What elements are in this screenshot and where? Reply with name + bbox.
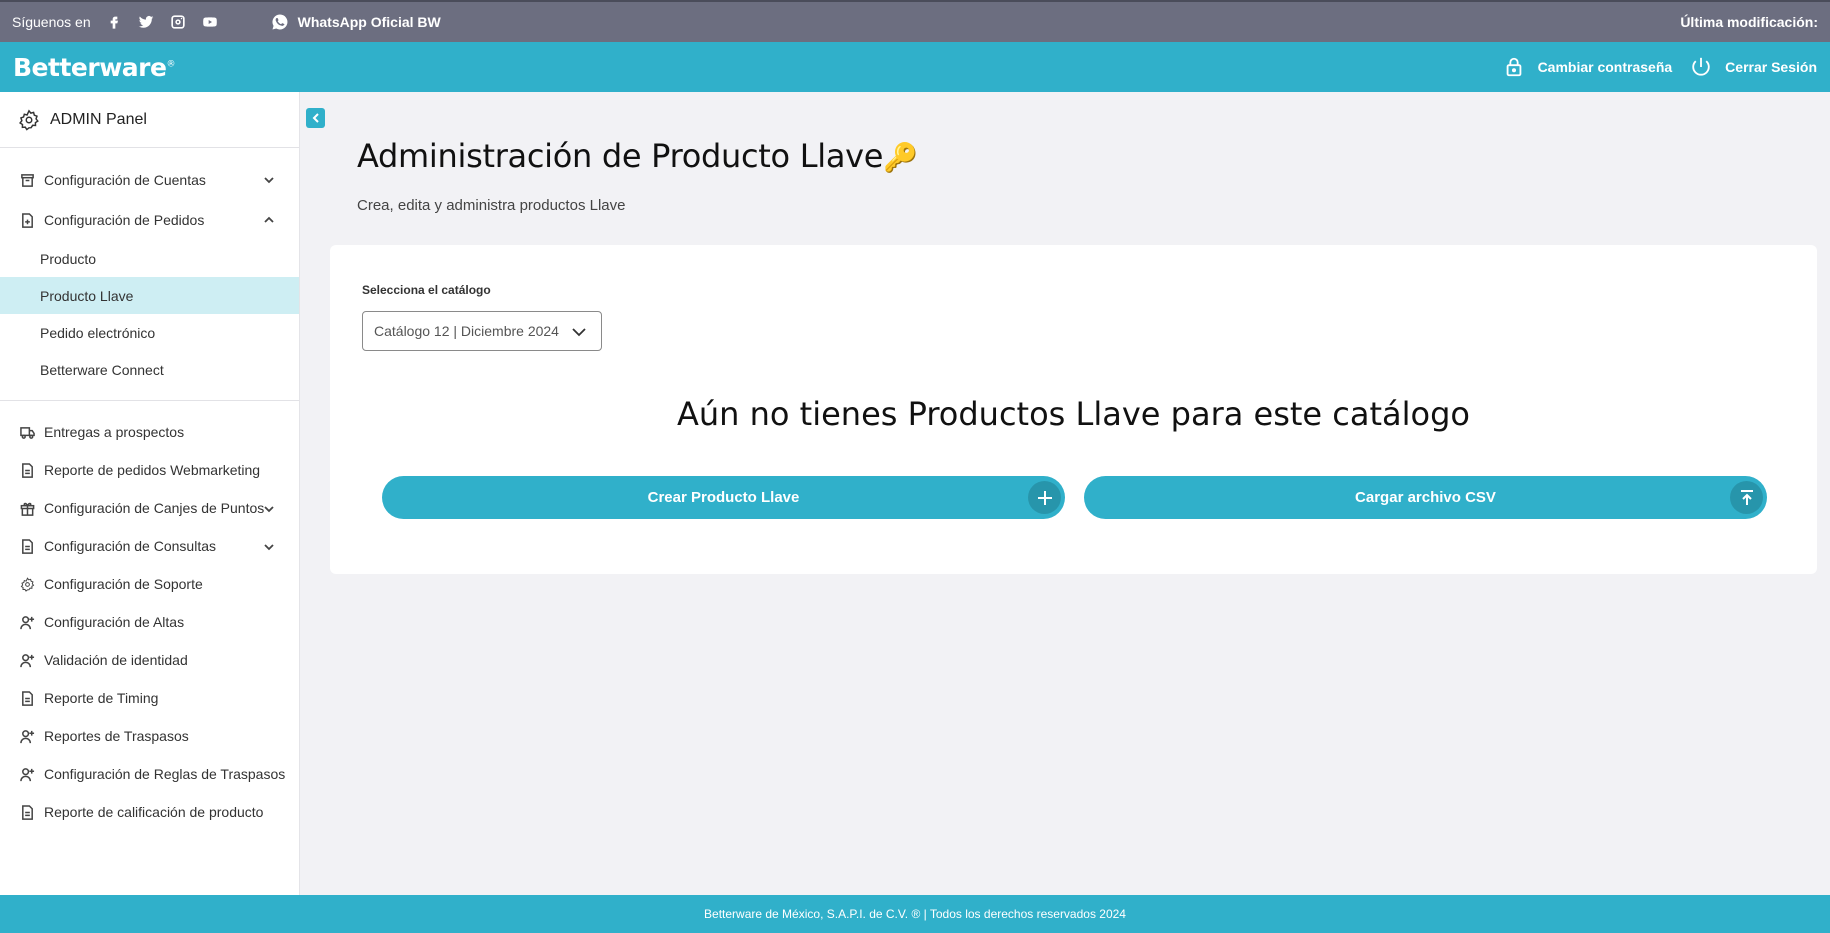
user-plus-icon [20, 767, 35, 781]
sidebar-item-label: Reporte de Timing [44, 690, 159, 706]
catalog-select[interactable]: Catálogo 12 | Diciembre 2024 [362, 311, 602, 351]
power-icon [1692, 57, 1710, 76]
sidebar-item-canjes[interactable]: Configuración de Canjes de Puntos [0, 489, 299, 527]
user-plus-icon [20, 729, 35, 743]
chevron-down-icon [572, 328, 586, 337]
admin-panel-label: ADMIN Panel [50, 110, 147, 128]
document-icon [22, 690, 33, 706]
upload-csv-button[interactable]: Cargar archivo CSV [1084, 476, 1767, 519]
catalog-select-label: Selecciona el catálogo [362, 283, 491, 297]
document-icon [22, 462, 33, 478]
sidebar-subitem-producto-llave[interactable]: Producto Llave [0, 277, 299, 314]
sidebar-subitem-pedido-electronico[interactable]: Pedido electrónico [0, 314, 299, 351]
empty-state-message: Aún no tienes Productos Llave para este … [677, 395, 1470, 433]
sidebar-item-entregas[interactable]: Entregas a prospectos [0, 413, 299, 451]
whatsapp-link[interactable]: WhatsApp Oficial BW [271, 13, 441, 31]
gear-icon [19, 108, 39, 131]
sidebar-item-webmarketing[interactable]: Reporte de pedidos Webmarketing [0, 451, 299, 489]
app-header: Betterware® Cambiar contraseña Cerrar Se… [0, 42, 1830, 92]
sidebar-item-traspasos[interactable]: Reportes de Traspasos [0, 717, 299, 755]
sidebar-item-validacion[interactable]: Validación de identidad [0, 641, 299, 679]
sidebar-item-label: Reporte de calificación de producto [44, 804, 264, 820]
last-modified-label: Última modificación: [1680, 14, 1818, 30]
plus-icon [1028, 481, 1061, 514]
logout-label: Cerrar Sesión [1725, 59, 1817, 75]
instagram-icon[interactable] [169, 13, 187, 31]
truck-icon [20, 426, 35, 439]
sidebar-item-label: Configuración de Canjes de Puntos [44, 500, 265, 516]
logout-button[interactable]: Cerrar Sesión [1690, 56, 1817, 78]
content-card: Selecciona el catálogo Catálogo 12 | Dic… [330, 245, 1817, 574]
create-product-button[interactable]: Crear Producto Llave [382, 476, 1065, 519]
collapse-sidebar-button[interactable] [306, 108, 325, 128]
chevron-up-icon [264, 216, 274, 223]
sidebar-item-cuentas[interactable]: Configuración de Cuentas [0, 160, 299, 200]
sidebar-item-label: Validación de identidad [44, 652, 188, 668]
chevron-left-icon [312, 113, 319, 123]
twitter-icon[interactable] [137, 13, 155, 31]
sidebar-divider [0, 400, 299, 401]
create-product-label: Crear Producto Llave [647, 489, 800, 506]
catalog-select-value: Catálogo 12 | Diciembre 2024 [374, 323, 559, 339]
sidebar-item-label: Configuración de Reglas de Traspasos [44, 766, 286, 782]
chevron-down-icon [264, 544, 274, 551]
upload-csv-label: Cargar archivo CSV [1355, 489, 1496, 506]
chevron-down-icon [264, 177, 274, 184]
admin-panel-title: ADMIN Panel [0, 92, 299, 148]
social-bar: Síguenos en WhatsApp Oficial BW Última m… [0, 0, 1830, 42]
gift-icon [20, 502, 35, 516]
sidebar-subitem-betterware-connect[interactable]: Betterware Connect [0, 351, 299, 388]
sidebar-item-pedidos[interactable]: Configuración de Pedidos [0, 200, 299, 240]
whatsapp-label: WhatsApp Oficial BW [297, 14, 441, 30]
sidebar-item-reglas-traspasos[interactable]: Configuración de Reglas de Traspasos [0, 755, 299, 793]
sidebar-item-label: Configuración de Soporte [44, 576, 203, 592]
user-plus-icon [20, 615, 35, 629]
sidebar: ADMIN Panel Configuración de Cuentas Con… [0, 92, 300, 895]
sidebar-item-altas[interactable]: Configuración de Altas [0, 603, 299, 641]
footer-text: Betterware de México, S.A.P.I. de C.V. ®… [704, 907, 1126, 921]
sidebar-item-calificacion[interactable]: Reporte de calificación de producto [0, 793, 299, 831]
key-icon: 🔑 [883, 141, 918, 174]
page-title-text: Administración de Producto Llave [357, 137, 884, 175]
document-icon [22, 538, 33, 554]
sidebar-item-label: Entregas a prospectos [44, 424, 185, 440]
sidebar-item-label: Reportes de Traspasos [44, 728, 189, 744]
change-password-button[interactable]: Cambiar contraseña [1503, 56, 1673, 78]
chevron-down-icon [264, 506, 274, 513]
sidebar-item-label: Configuración de Cuentas [44, 172, 206, 188]
sidebar-subitem-producto[interactable]: Producto [0, 240, 299, 277]
page-title: Administración de Producto Llave🔑 [357, 137, 918, 175]
sidebar-item-label: Configuración de Altas [44, 614, 185, 630]
sidebar-item-label: Reporte de pedidos Webmarketing [44, 462, 261, 478]
betterware-logo[interactable]: Betterware® [13, 53, 175, 82]
whatsapp-icon [272, 14, 288, 30]
logo-text: Betterware [13, 52, 167, 82]
follow-label: Síguenos en [12, 14, 91, 30]
sidebar-item-timing[interactable]: Reporte de Timing [0, 679, 299, 717]
page-subtitle: Crea, edita y administra productos Llave [357, 197, 626, 214]
gear-icon [20, 576, 35, 592]
sidebar-item-consultas[interactable]: Configuración de Consultas [0, 527, 299, 565]
document-icon [22, 804, 33, 820]
change-password-label: Cambiar contraseña [1537, 59, 1673, 75]
facebook-icon[interactable] [105, 13, 123, 31]
document-icon [22, 212, 33, 228]
sidebar-item-soporte[interactable]: Configuración de Soporte [0, 565, 299, 603]
user-plus-icon [20, 653, 35, 667]
youtube-icon[interactable] [201, 13, 219, 31]
sidebar-item-label: Configuración de Consultas [44, 538, 216, 554]
sidebar-item-label: Configuración de Pedidos [44, 212, 205, 228]
archive-icon [21, 173, 34, 187]
lock-icon [1506, 57, 1521, 77]
upload-icon [1730, 481, 1763, 514]
footer: Betterware de México, S.A.P.I. de C.V. ®… [0, 895, 1830, 933]
